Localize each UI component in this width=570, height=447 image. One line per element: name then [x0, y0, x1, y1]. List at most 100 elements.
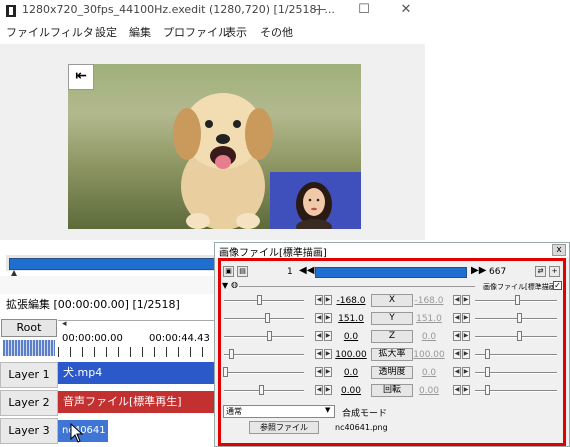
add-effect-icon[interactable]: +: [549, 266, 560, 277]
frame-end: 667: [489, 267, 507, 277]
left-slider-track[interactable]: [224, 318, 304, 320]
left-slider-track[interactable]: [224, 354, 304, 356]
right-slider-knob: [517, 313, 522, 323]
menu-filter[interactable]: フィルタ: [50, 24, 94, 40]
decrement-left-icon[interactable]: ◀: [315, 349, 323, 359]
param-name-button[interactable]: Y: [371, 312, 413, 325]
prev-frame-icon[interactable]: ◀◀: [299, 265, 314, 278]
decrement-left-icon[interactable]: ◀: [315, 313, 323, 323]
menu-edit[interactable]: 編集: [129, 24, 151, 40]
param-name-button[interactable]: 拡大率: [371, 348, 413, 361]
left-slider-track[interactable]: [224, 336, 304, 338]
dropdown-arrow-icon[interactable]: ▼: [325, 406, 330, 414]
decrement-left-icon[interactable]: ◀: [315, 331, 323, 341]
left-slider-track[interactable]: [224, 300, 304, 302]
decrement-left-icon[interactable]: ◀: [315, 295, 323, 305]
object-close-button[interactable]: x: [552, 244, 566, 256]
increment-left-icon[interactable]: ▶: [324, 367, 332, 377]
object-settings-window: 画像ファイル[標準描画] x ▣ ▤ 1 ◀◀ ▶▶ 667 ⇄ + ▼ ◍ 画…: [214, 242, 570, 447]
increment-right-icon: ▶: [462, 367, 470, 377]
ruler-ticks: [58, 347, 218, 357]
person-image: [296, 182, 332, 229]
decrement-left-icon[interactable]: ◀: [315, 367, 323, 377]
close-button[interactable]: ✕: [384, 0, 428, 22]
frame-slider[interactable]: [315, 267, 467, 278]
decrement-right-icon: ◀: [453, 295, 461, 305]
left-slider-knob[interactable]: [229, 349, 234, 359]
param-name-button[interactable]: X: [371, 294, 413, 307]
menu-settings[interactable]: 設定: [95, 24, 117, 40]
end-value: -168.0: [414, 296, 444, 306]
ruler-time-start: 00:00:00.00: [62, 333, 123, 344]
param-name-button[interactable]: Z: [371, 330, 413, 343]
effect-name: 画像ファイル[標準描画]: [483, 283, 559, 291]
menu-file[interactable]: ファイル: [6, 24, 50, 40]
clip-layer-2[interactable]: 音声ファイル[標準再生]: [58, 391, 218, 413]
app-icon: [6, 5, 16, 17]
minimize-button[interactable]: —: [298, 0, 342, 22]
start-value[interactable]: 0.00: [335, 386, 367, 396]
increment-right-icon: ▶: [462, 349, 470, 359]
end-value: 0.0: [421, 332, 437, 342]
menu-view[interactable]: 表示: [225, 24, 247, 40]
blend-mode-select[interactable]: 通常: [223, 405, 335, 418]
end-value: 0.00: [418, 386, 440, 396]
timeline-scrollbar[interactable]: [58, 320, 218, 329]
effect-divider: [239, 286, 475, 287]
ruler-time-mark: 00:00:44.43: [149, 333, 210, 344]
maximize-button[interactable]: ☐: [342, 0, 386, 22]
split-icon[interactable]: ▤: [237, 266, 248, 277]
left-slider-knob[interactable]: [259, 385, 264, 395]
right-slider-knob: [485, 385, 490, 395]
effect-enable-checkbox[interactable]: ✓: [553, 281, 562, 290]
left-slider-knob[interactable]: [265, 313, 270, 323]
next-frame-icon[interactable]: ▶▶: [471, 265, 486, 278]
timeline-title: 拡張編集 [00:00:00.00] [1/2518]: [6, 298, 180, 311]
right-slider-track: [475, 336, 557, 338]
audio-waveform: [3, 340, 55, 356]
title-bar: 1280x720_30fps_44100Hz.exedit (1280,720)…: [0, 0, 425, 22]
blend-mode-label: 合成モード: [342, 409, 388, 419]
skip-to-start-icon[interactable]: ⇤: [68, 64, 94, 90]
link-icon[interactable]: ⇄: [535, 266, 546, 277]
start-value[interactable]: 0.0: [335, 368, 367, 378]
layer-1-header[interactable]: Layer 1: [0, 362, 58, 388]
end-value: 100.00: [413, 350, 445, 360]
increment-right-icon: ▶: [462, 331, 470, 341]
left-slider-knob[interactable]: [267, 331, 272, 341]
left-slider-knob[interactable]: [257, 295, 262, 305]
reference-file-button[interactable]: 参照ファイル: [249, 421, 319, 434]
video-preview: [68, 64, 361, 229]
increment-left-icon[interactable]: ▶: [324, 313, 332, 323]
param-name-button[interactable]: 透明度: [371, 366, 413, 379]
left-slider-track[interactable]: [224, 390, 304, 392]
increment-left-icon[interactable]: ▶: [324, 331, 332, 341]
layer-2-header[interactable]: Layer 2: [0, 390, 58, 416]
collapse-icon[interactable]: ▼: [222, 281, 228, 290]
scroll-left-icon[interactable]: ◂: [62, 319, 67, 329]
layer-3-header[interactable]: Layer 3: [0, 418, 58, 444]
increment-left-icon[interactable]: ▶: [324, 295, 332, 305]
decrement-right-icon: ◀: [453, 367, 461, 377]
menu-profile[interactable]: プロファイル: [163, 24, 229, 40]
right-slider-knob: [517, 331, 522, 341]
param-name-button[interactable]: 回転: [371, 384, 413, 397]
decrement-left-icon[interactable]: ◀: [315, 385, 323, 395]
start-value[interactable]: -168.0: [335, 296, 367, 306]
increment-left-icon[interactable]: ▶: [324, 349, 332, 359]
start-value[interactable]: 100.00: [335, 350, 367, 360]
video-icon[interactable]: ▣: [223, 266, 234, 277]
left-slider-knob[interactable]: [223, 367, 228, 377]
clip-layer-1[interactable]: 犬.mp4: [58, 362, 218, 384]
dog-image: [173, 93, 273, 229]
overlay-image: [270, 172, 361, 229]
increment-left-icon[interactable]: ▶: [324, 385, 332, 395]
right-slider-knob: [515, 295, 520, 305]
root-button[interactable]: Root: [1, 319, 57, 337]
effect-icon: ◍: [231, 280, 238, 289]
menu-other[interactable]: その他: [260, 24, 293, 40]
left-slider-track[interactable]: [224, 372, 304, 374]
start-value[interactable]: 0.0: [335, 332, 367, 342]
start-value[interactable]: 151.0: [335, 314, 367, 324]
right-slider-track: [475, 318, 557, 320]
